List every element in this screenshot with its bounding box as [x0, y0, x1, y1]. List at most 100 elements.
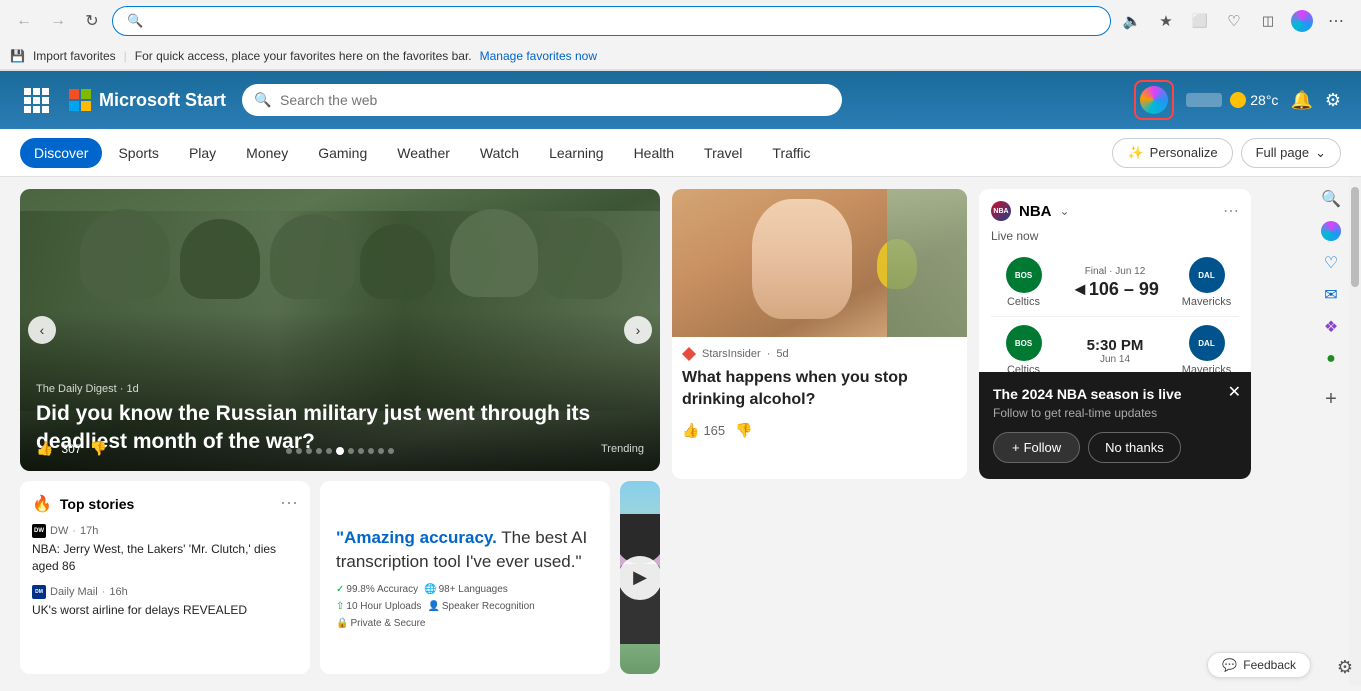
article-like-count: 165 [703, 423, 725, 438]
story-item-1[interactable]: DW DW · 17h NBA: Jerry West, the Lakers'… [32, 524, 298, 575]
tab-traffic[interactable]: Traffic [758, 138, 824, 168]
stories-more-button[interactable]: ⋯ [280, 493, 298, 514]
ad-features: ✓ 99.8% Accuracy 🌐 98+ Languages ⇧ 10 Ho… [336, 584, 594, 629]
top-stories-card: 🔥 Top stories ⋯ DW DW · 17h NBA: Jerry W… [20, 481, 310, 674]
hero-next-button[interactable]: › [624, 316, 652, 344]
hero-like-count: 307 [61, 442, 81, 456]
sidebar-outlook-button[interactable]: ✉ [1317, 281, 1345, 309]
tab-watch[interactable]: Watch [466, 138, 533, 168]
read-aloud-button[interactable]: 🔈 [1117, 6, 1147, 36]
story-item-2[interactable]: DM Daily Mail · 16h UK's worst airline f… [32, 585, 298, 619]
import-favorites-label: Import favorites [33, 49, 116, 63]
ad-feature-private: 🔒 Private & Secure [336, 618, 426, 629]
hero-like-button[interactable]: 👍 [36, 440, 53, 457]
article-dislike-button[interactable]: 👎 [735, 422, 752, 439]
nba-dropdown-button[interactable]: ⌄ [1060, 204, 1070, 218]
bookmark-button[interactable]: ★ [1151, 6, 1181, 36]
header-search-icon: 🔍 [254, 92, 271, 109]
tab-gaming[interactable]: Gaming [304, 138, 381, 168]
mavs-block-1: DAL Mavericks [1174, 257, 1239, 308]
browser-actions: 🔈 ★ ⬜ ♡ ◫ ⋯ [1117, 6, 1351, 36]
nba-popup-title: The 2024 NBA season is live [993, 386, 1237, 402]
split-view-button[interactable]: ⬜ [1185, 6, 1215, 36]
feedback-button[interactable]: 💬 Feedback [1207, 652, 1311, 678]
no-thanks-button[interactable]: No thanks [1088, 432, 1181, 463]
article-like-button[interactable]: 👍 165 [682, 422, 725, 439]
celtics-name-1: Celtics [1007, 296, 1040, 308]
header-settings-button[interactable]: ⚙ [1325, 90, 1341, 111]
back-button[interactable]: ← [10, 7, 38, 35]
more-button[interactable]: ⋯ [1321, 6, 1351, 36]
chevron-down-icon: ⌄ [1315, 145, 1326, 161]
article-time: 5d [776, 348, 788, 360]
sidebar-green-button[interactable]: ● [1317, 345, 1345, 373]
feedback-label: Feedback [1243, 658, 1296, 672]
mavs-name-1: Mavericks [1182, 296, 1232, 308]
header-search-input[interactable] [242, 84, 842, 116]
tab-discover[interactable]: Discover [20, 138, 102, 168]
sidebar-collections-button[interactable]: ❖ [1317, 313, 1345, 341]
personalize-button[interactable]: ✨ Personalize [1112, 138, 1232, 168]
nba-popup: ✕ The 2024 NBA season is live Follow to … [979, 372, 1251, 479]
article-body: StarsInsider · 5d What happens when you … [672, 337, 967, 449]
nba-header-row: NBA NBA ⌄ ⋯ [991, 201, 1239, 221]
video-card[interactable]: ▶ [620, 481, 660, 674]
left-column: ‹ › The Daily Digest · 1d Did you know t… [20, 189, 660, 674]
sidebar-favorites-button[interactable]: ♡ [1317, 249, 1345, 277]
user-avatar [1186, 93, 1222, 107]
game2-time: 5:30 PM Jun 14 [1056, 337, 1174, 365]
nba-more-button[interactable]: ⋯ [1223, 201, 1239, 221]
ad-card[interactable]: "Amazing accuracy. The best AI transcrip… [320, 481, 610, 674]
sidebar-copilot-button[interactable] [1317, 217, 1345, 245]
scrollbar[interactable] [1349, 177, 1361, 686]
favorites-button[interactable]: ♡ [1219, 6, 1249, 36]
ad-feature-speaker: 👤 Speaker Recognition [427, 601, 534, 612]
nba-logo: NBA [991, 201, 1011, 221]
ms-logo[interactable]: Microsoft Start [69, 89, 226, 111]
full-page-button[interactable]: Full page ⌄ [1241, 138, 1341, 168]
nba-popup-close-button[interactable]: ✕ [1228, 382, 1241, 402]
temperature: 28°c [1250, 92, 1278, 108]
notifications-button[interactable]: 🔔 [1290, 90, 1312, 111]
story1-text: NBA: Jerry West, the Lakers' 'Mr. Clutch… [32, 541, 298, 575]
sun-icon [1230, 92, 1246, 108]
copilot-button[interactable] [1134, 80, 1174, 120]
follow-button[interactable]: + Follow [993, 432, 1080, 463]
tab-weather[interactable]: Weather [383, 138, 464, 168]
page-content: Microsoft Start 🔍 28°c 🔔 ⚙ Discover Spor… [0, 71, 1361, 686]
tab-travel[interactable]: Travel [690, 138, 756, 168]
story1-time-val: 17h [80, 525, 98, 537]
hero-card[interactable]: ‹ › The Daily Digest · 1d Did you know t… [20, 189, 660, 471]
address-input[interactable] [151, 14, 1096, 29]
page-settings-button[interactable]: ⚙ [1337, 657, 1353, 678]
tab-health[interactable]: Health [620, 138, 688, 168]
tab-sports[interactable]: Sports [104, 138, 172, 168]
fire-icon: 🔥 [32, 494, 52, 514]
apps-grid-button[interactable] [20, 84, 53, 117]
article-card[interactable]: StarsInsider · 5d What happens when you … [672, 189, 967, 479]
sidebar-add-button[interactable]: + [1317, 385, 1345, 413]
tab-money[interactable]: Money [232, 138, 302, 168]
scrollbar-thumb[interactable] [1351, 187, 1359, 287]
hero-prev-button[interactable]: ‹ [28, 316, 56, 344]
header-search[interactable]: 🔍 [242, 84, 842, 116]
header-right: 28°c 🔔 ⚙ [1134, 80, 1341, 120]
address-bar[interactable]: 🔍 [112, 6, 1111, 36]
tab-play[interactable]: Play [175, 138, 230, 168]
tab-learning[interactable]: Learning [535, 138, 618, 168]
sidebar-search-button[interactable]: 🔍 [1317, 185, 1345, 213]
favorites-bar: 💾 Import favorites | For quick access, p… [0, 42, 1361, 70]
mavs-logo-2: DAL [1189, 325, 1225, 361]
dw-logo: DW [32, 524, 46, 538]
forward-button[interactable]: → [44, 7, 72, 35]
refresh-button[interactable]: ↻ [78, 7, 106, 35]
hero-dislike-button[interactable]: 👎 [89, 440, 106, 457]
bottom-row: 🔥 Top stories ⋯ DW DW · 17h NBA: Jerry W… [20, 481, 660, 674]
play-button[interactable]: ▶ [620, 556, 660, 600]
manage-favorites-link[interactable]: Manage favorites now [480, 49, 597, 63]
copilot-browser-button[interactable] [1287, 6, 1317, 36]
collections-button[interactable]: ◫ [1253, 6, 1283, 36]
game1-row[interactable]: BOS Celtics Final · Jun 12 ◄106 – 99 DAL… [991, 249, 1239, 317]
personalize-icon: ✨ [1127, 145, 1143, 161]
mavs-block-2: DAL Mavericks [1174, 325, 1239, 376]
